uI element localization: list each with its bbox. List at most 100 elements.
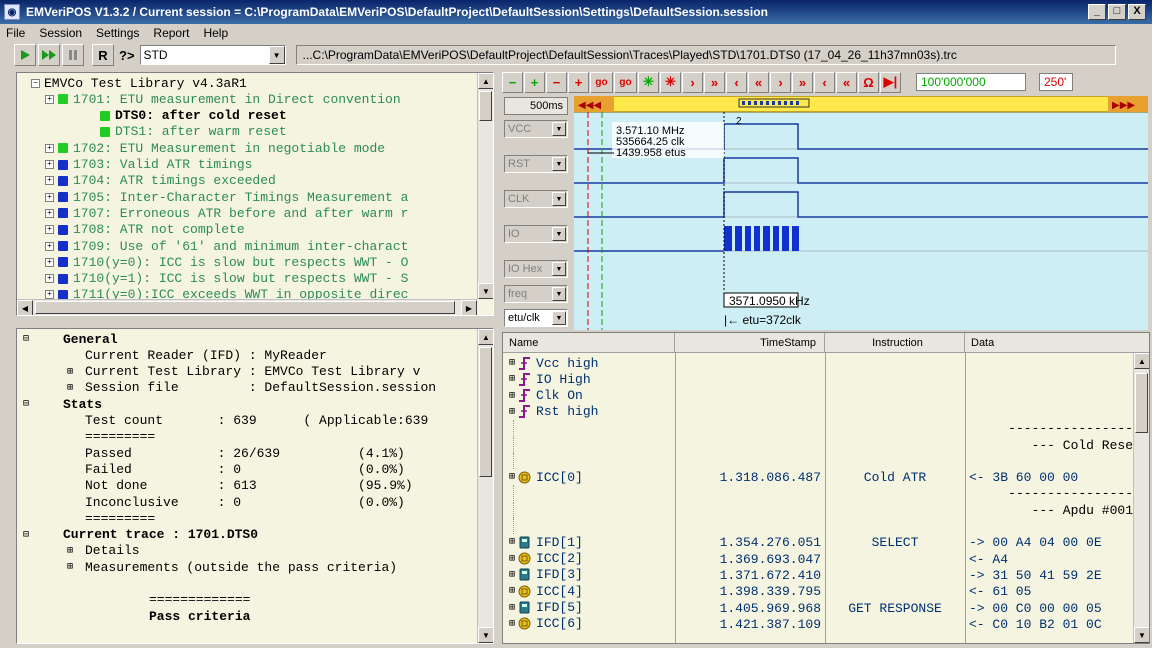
reset-button[interactable]: R [92, 44, 114, 66]
expand-icon[interactable]: ⊞ [67, 366, 79, 378]
expand-icon[interactable]: + [45, 143, 54, 153]
expand-icon[interactable]: + [45, 94, 54, 104]
expand-icon[interactable]: ⊞ [509, 553, 515, 565]
signal-select-io[interactable]: IO ▼ [504, 225, 568, 243]
tree-item[interactable]: +1702: ETU Measurement in negotiable mod… [45, 140, 385, 156]
signal-select-clk[interactable]: CLK ▼ [504, 190, 568, 208]
chevron-down-icon[interactable]: ▼ [552, 287, 566, 301]
scroll-thumb[interactable] [1135, 373, 1148, 433]
tree-item[interactable]: +1710(y=0): ICC is slow but respects WWT… [45, 254, 408, 270]
expand-icon[interactable]: ⊞ [67, 545, 79, 557]
menu-settings[interactable]: Settings [96, 26, 139, 40]
expand-icon[interactable]: + [45, 176, 54, 186]
expand-icon[interactable]: + [45, 257, 54, 267]
expand-icon[interactable]: − [31, 78, 40, 88]
tree-item[interactable]: DTS0: after cold reset [87, 108, 287, 124]
wave-tool-button[interactable]: « [748, 71, 769, 93]
stats-vscroll[interactable]: ▲ ▼ [477, 329, 493, 643]
scroll-down-icon[interactable]: ▼ [478, 283, 493, 299]
column-name[interactable]: Name [503, 333, 675, 353]
wave-tool-button[interactable]: go [590, 71, 613, 93]
expand-icon[interactable]: ⊟ [23, 398, 35, 410]
wave-tool-button[interactable]: ▶| [880, 71, 901, 93]
menu-session[interactable]: Session [39, 26, 82, 40]
chevron-down-icon[interactable]: ▼ [552, 157, 566, 171]
scroll-thumb[interactable] [479, 91, 492, 121]
signal-select-etuclk[interactable]: etu/clk ▼ [504, 309, 568, 327]
table-row[interactable]: ⊞ IO High [503, 371, 1135, 387]
tree-item[interactable]: +1707: Erroneous ATR before and after wa… [45, 205, 408, 221]
menu-report[interactable]: Report [153, 26, 189, 40]
chevron-down-icon[interactable]: ▼ [268, 46, 285, 64]
wave-tool-button[interactable]: Ω [858, 71, 879, 93]
tree-item[interactable]: DTS1: after warm reset [87, 124, 287, 140]
wave-tool-button[interactable]: ‹ [814, 71, 835, 93]
scroll-thumb[interactable] [35, 301, 455, 314]
wave-tool-button[interactable]: » [704, 71, 725, 93]
wave-tool-button[interactable]: » [792, 71, 813, 93]
play-all-button[interactable] [38, 44, 60, 66]
sample-counter[interactable]: 100'000'000 [916, 73, 1026, 91]
table-row[interactable] [503, 518, 1135, 534]
scroll-down-icon[interactable]: ▼ [478, 627, 493, 643]
signal-select-rst[interactable]: RST ▼ [504, 155, 568, 173]
expand-icon[interactable]: ⊞ [67, 382, 79, 394]
tree-item[interactable]: +1709: Use of '61' and minimum inter-cha… [45, 238, 408, 254]
expand-icon[interactable]: + [45, 192, 54, 202]
expand-icon[interactable]: ⊞ [509, 585, 515, 597]
maximize-button[interactable]: □ [1108, 4, 1126, 20]
tree-vscroll[interactable]: ▲ ▼ [477, 73, 493, 299]
table-row[interactable]: ⊞ Rst high [503, 404, 1135, 420]
scroll-up-icon[interactable]: ▲ [478, 329, 493, 345]
expand-icon[interactable]: ⊞ [509, 536, 515, 548]
expand-icon[interactable]: ⊞ [509, 406, 515, 418]
expand-icon[interactable]: ⊞ [509, 373, 515, 385]
column-instruction[interactable]: Instruction [825, 333, 965, 353]
play-button[interactable] [14, 44, 36, 66]
expand-icon[interactable]: + [45, 274, 54, 284]
wave-tool-button[interactable]: ✳ [638, 71, 659, 93]
signal-select-iohex[interactable]: IO Hex ▼ [504, 260, 568, 278]
signal-select-freq[interactable]: freq ▼ [504, 285, 568, 303]
signal-select-vcc[interactable]: VCC ▼ [504, 120, 568, 138]
expand-icon[interactable]: ⊞ [509, 618, 515, 630]
pause-button[interactable] [62, 44, 84, 66]
expand-icon[interactable]: ⊟ [23, 529, 35, 541]
tree-item[interactable]: +1708: ATR not complete [45, 222, 245, 238]
sample-counter-2[interactable]: 250' [1039, 73, 1073, 91]
expand-icon[interactable]: ⊞ [509, 390, 515, 402]
expand-icon[interactable]: ⊞ [509, 471, 515, 483]
tree-item[interactable]: +1710(y=1): ICC is slow but respects WWT… [45, 271, 408, 287]
chevron-down-icon[interactable]: ▼ [552, 122, 566, 136]
tree-item[interactable]: − EMVCo Test Library v4.3aR1 [31, 75, 247, 91]
waveform-view[interactable]: ◀◀◀ ▶▶▶23.571.10 MHz535664.25 clk1439.958… [574, 96, 1148, 330]
close-button[interactable]: X [1128, 4, 1146, 20]
table-row[interactable] [503, 452, 1135, 469]
scroll-up-icon[interactable]: ▲ [1134, 353, 1149, 369]
scroll-thumb[interactable] [479, 347, 492, 477]
tree-item[interactable]: +1705: Inter-Character Timings Measureme… [45, 189, 408, 205]
wave-tool-button[interactable]: › [770, 71, 791, 93]
expand-icon[interactable]: + [45, 241, 54, 251]
expand-icon[interactable]: + [45, 160, 54, 169]
wave-tool-button[interactable]: + [568, 71, 589, 93]
wave-tool-button[interactable]: › [682, 71, 703, 93]
wave-tool-button[interactable]: « [836, 71, 857, 93]
tree-item[interactable]: +1701: ETU measurement in Direct convent… [45, 91, 401, 107]
chevron-down-icon[interactable]: ▼ [552, 311, 566, 325]
wave-tool-button[interactable]: + [524, 71, 545, 93]
chevron-down-icon[interactable]: ▼ [552, 192, 566, 206]
trace-vscroll[interactable]: ▲ ▼ [1133, 353, 1149, 643]
scroll-down-icon[interactable]: ▼ [1134, 627, 1149, 643]
expand-icon[interactable]: + [45, 225, 54, 235]
expand-icon[interactable]: ⊟ [23, 333, 35, 345]
chevron-down-icon[interactable]: ▼ [552, 262, 566, 276]
wave-tool-button[interactable]: go [614, 71, 637, 93]
scroll-up-icon[interactable]: ▲ [478, 73, 493, 89]
column-data[interactable]: Data [965, 333, 1149, 353]
tree-hscroll[interactable]: ◀ ▶ [17, 299, 477, 315]
wave-tool-button[interactable]: ‹ [726, 71, 747, 93]
expand-icon[interactable]: + [45, 208, 54, 218]
wave-tool-button[interactable]: − [546, 71, 567, 93]
table-row[interactable]: ⊞ Clk On [503, 388, 1135, 404]
